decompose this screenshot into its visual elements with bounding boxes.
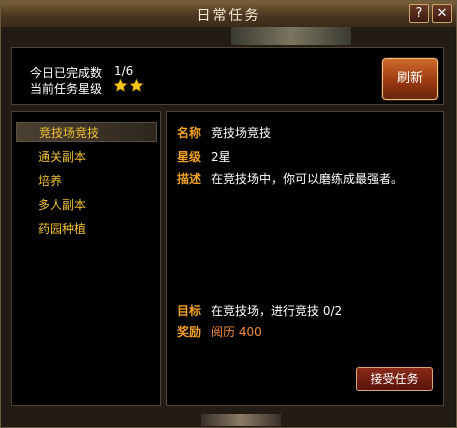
close-button[interactable]: ✕	[432, 4, 452, 23]
task-list-item[interactable]: 通关副本	[16, 147, 157, 167]
reward-label: 奖励	[177, 325, 202, 339]
task-list-item[interactable]: 多人副本	[16, 195, 157, 215]
star-rating	[113, 78, 145, 95]
description-value: 在竞技场中，你可以磨练成最强者。	[211, 172, 404, 186]
star-level-label: 星级	[177, 150, 202, 164]
task-list-item[interactable]: 竞技场竞技	[16, 122, 157, 142]
completed-count-value: 1/6	[114, 64, 134, 78]
task-star-level-label: 当前任务星级	[30, 82, 103, 96]
goal-label: 目标	[177, 304, 202, 318]
star-icon	[113, 78, 128, 93]
help-button[interactable]: ?	[409, 4, 429, 23]
description-label: 描述	[177, 172, 202, 186]
title-bar[interactable]: 日常任务	[1, 1, 456, 28]
goal-value: 在竞技场，进行竞技 0/2	[211, 304, 343, 318]
task-list: 竞技场竞技通关副本培养多人副本药园种植	[11, 111, 161, 406]
accept-task-button[interactable]: 接受任务	[356, 367, 433, 391]
summary-panel: 今日已完成数 1/6 当前任务星级	[11, 47, 444, 105]
name-label: 名称	[177, 126, 202, 140]
star-icon	[129, 78, 144, 93]
task-detail-panel: 名称 竞技场竞技 星级 2星 描述 在竞技场中，你可以磨练成最强者。 目标 在竞…	[166, 111, 444, 406]
task-list-item[interactable]: 培养	[16, 171, 157, 191]
name-value: 竞技场竞技	[211, 126, 272, 140]
completed-count-label: 今日已完成数	[30, 66, 103, 80]
reward-value: 阅历 400	[211, 325, 262, 339]
window-title: 日常任务	[196, 8, 261, 24]
task-list-item[interactable]: 药园种植	[16, 219, 157, 239]
refresh-button[interactable]: 刷新	[382, 58, 438, 100]
star-level-value: 2星	[211, 150, 231, 164]
